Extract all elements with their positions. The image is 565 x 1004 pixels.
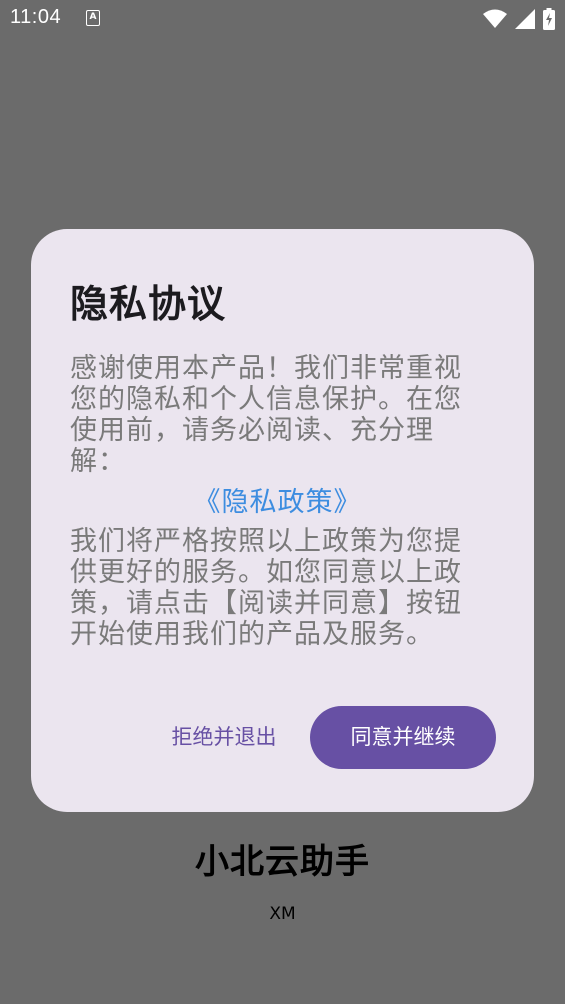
battery-icon bbox=[543, 8, 555, 30]
signal-icon bbox=[515, 9, 535, 29]
app-author: XM bbox=[269, 904, 296, 924]
status-icons bbox=[483, 8, 555, 30]
privacy-policy-link[interactable]: 《隐私政策》 bbox=[70, 487, 485, 518]
notification-icon: A bbox=[86, 10, 100, 26]
status-bar: 11:04 A bbox=[0, 0, 565, 38]
wifi-icon bbox=[483, 9, 507, 28]
app-name: 小北云助手 bbox=[195, 842, 370, 882]
dialog-body-intro: 感谢使用本产品！我们非常重视您的隐私和个人信息保护。在您使用前，请务必阅读、充分… bbox=[70, 353, 462, 477]
agree-continue-button[interactable]: 同意并继续 bbox=[310, 706, 496, 769]
dialog-body-outro: 我们将严格按照以上政策为您提供更好的服务。如您同意以上政策，请点击【阅读并同意】… bbox=[70, 526, 462, 650]
status-time: 11:04 bbox=[10, 6, 62, 28]
dialog-title: 隐私协议 bbox=[70, 282, 227, 326]
dialog-body: 感谢使用本产品！我们非常重视您的隐私和个人信息保护。在您使用前，请务必阅读、充分… bbox=[70, 353, 485, 650]
reject-exit-button[interactable]: 拒绝并退出 bbox=[159, 707, 289, 767]
privacy-dialog: 隐私协议 感谢使用本产品！我们非常重视您的隐私和个人信息保护。在您使用前，请务必… bbox=[31, 229, 534, 812]
